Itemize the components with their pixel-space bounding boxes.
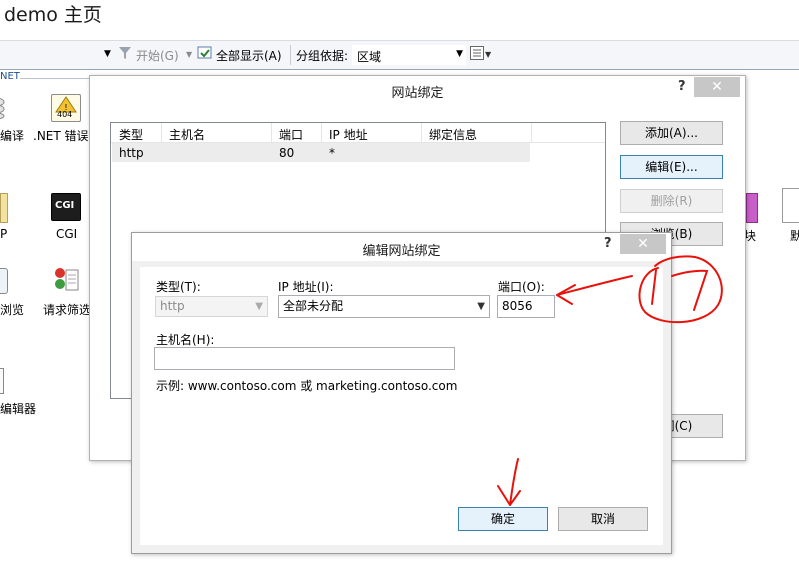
- annotation-overlay: [497, 255, 723, 506]
- annotation-circle: [638, 255, 723, 324]
- annotation-digit-1: [651, 269, 657, 305]
- annotation-arrow-ok: [497, 458, 521, 506]
- annotation-digit-7: [671, 269, 709, 311]
- annotation-arrow-port: [556, 275, 633, 305]
